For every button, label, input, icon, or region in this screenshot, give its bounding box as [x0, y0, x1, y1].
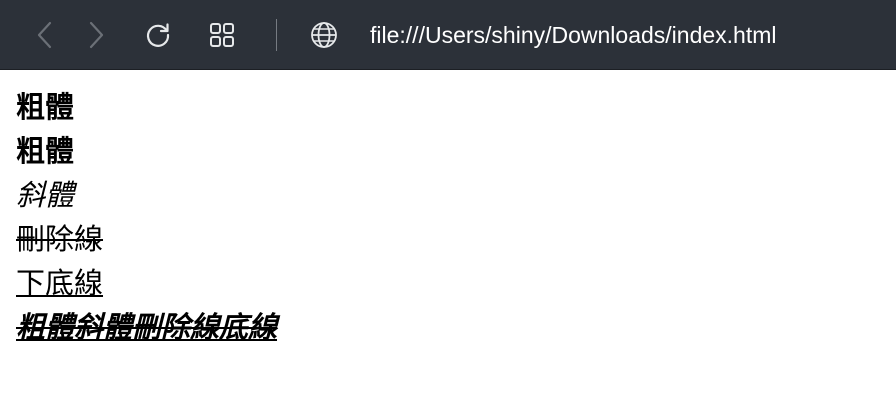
site-info-button[interactable] — [306, 17, 342, 53]
chevron-right-icon — [89, 21, 104, 49]
forward-button[interactable] — [78, 17, 114, 53]
strong-text: 粗體 — [16, 134, 75, 168]
address-bar[interactable]: file:///Users/shiny/Downloads/index.html — [370, 18, 777, 52]
reload-icon — [146, 23, 170, 47]
page-content: 粗體 粗體 斜體 刪除線 下底線 粗體斜體刪除線底線 — [16, 85, 876, 349]
italic-text: 斜體 — [16, 178, 75, 212]
reload-button[interactable] — [140, 17, 176, 53]
tabs-button[interactable] — [204, 17, 240, 53]
chevron-left-icon — [37, 21, 52, 49]
tab-grid-icon — [210, 23, 234, 47]
toolbar-divider — [276, 19, 277, 51]
back-button[interactable] — [27, 17, 63, 53]
underline-text: 下底線 — [16, 266, 104, 300]
browser-toolbar: file:///Users/shiny/Downloads/index.html — [0, 0, 896, 70]
strikethrough-text: 刪除線 — [16, 222, 104, 256]
combined-style-text: 粗體斜體刪除線底線 — [16, 310, 278, 344]
bold-text: 粗體 — [16, 90, 75, 124]
globe-icon — [311, 22, 337, 48]
